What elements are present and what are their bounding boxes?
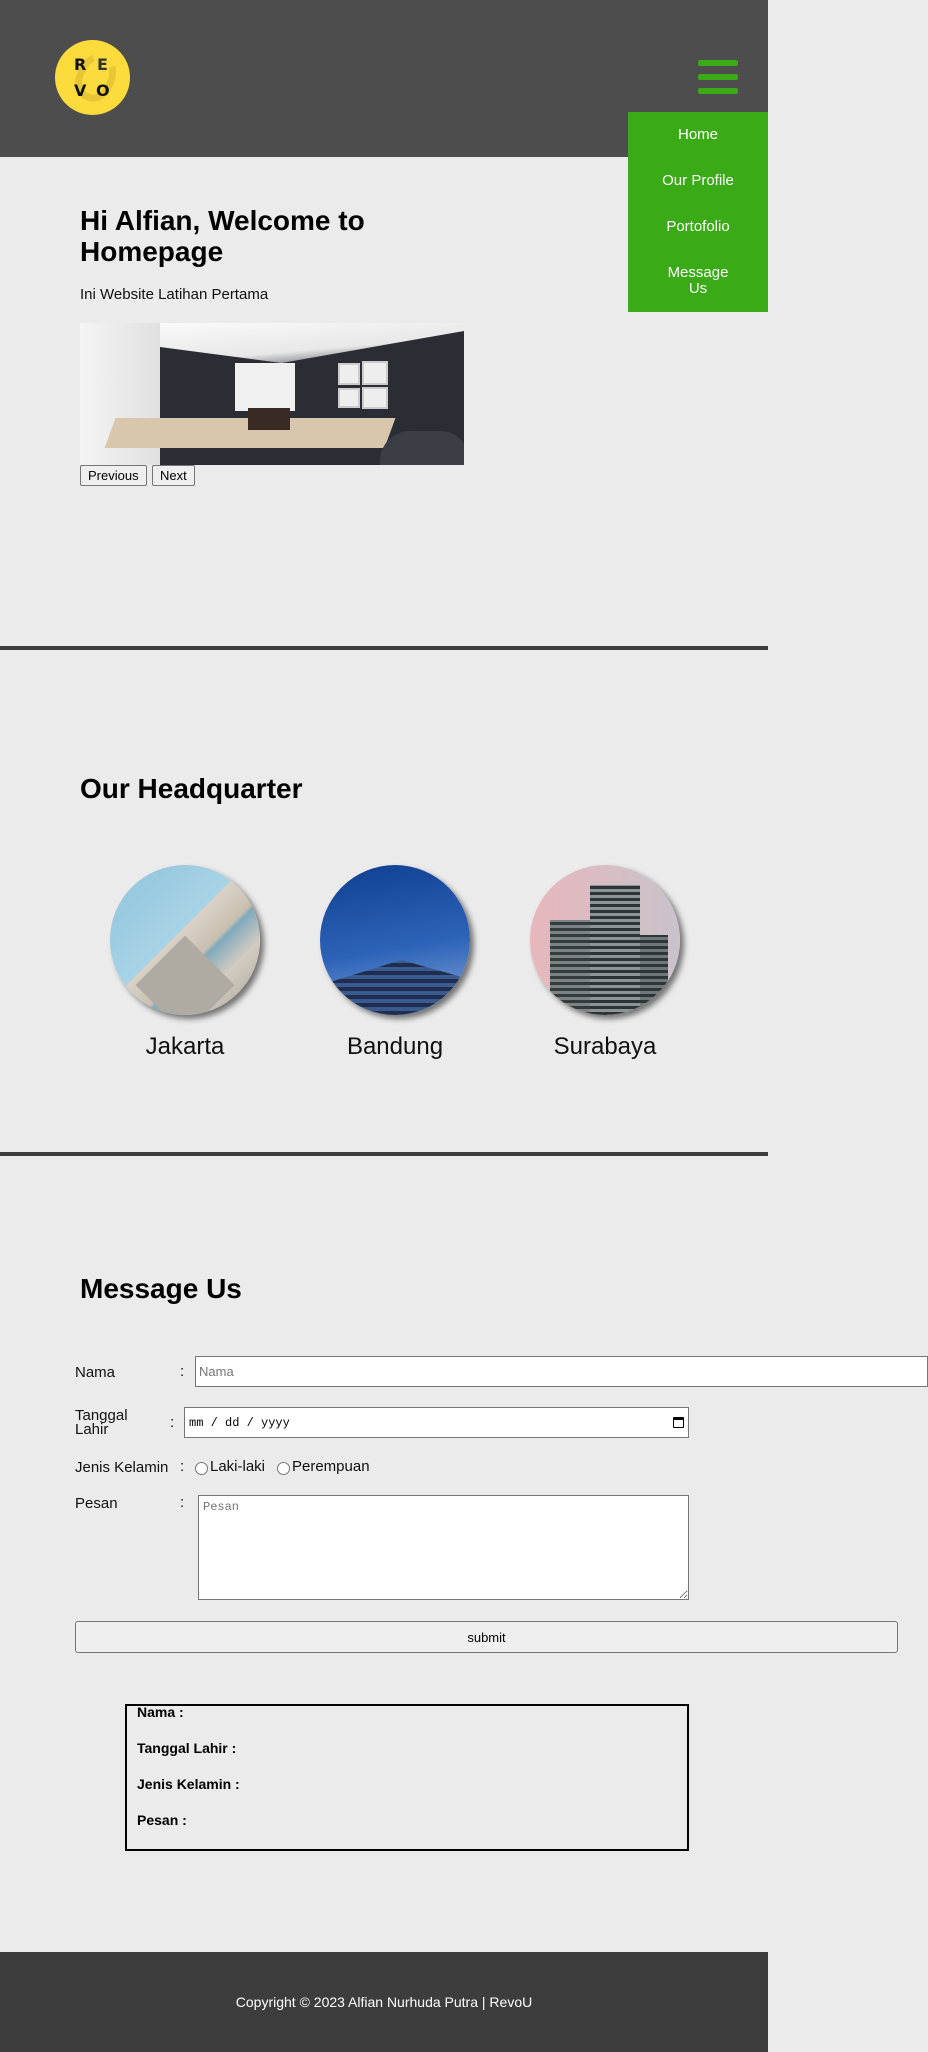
logo-letter: E [97,55,108,74]
hamburger-bar [698,88,738,94]
hero-title: Hi Alfian, Welcome to Homepage [80,205,365,267]
date-placeholder: mm / dd / yyyy [189,1415,290,1430]
radio-perempuan[interactable] [277,1462,290,1475]
colon: : [180,1494,185,1511]
logo-letter: O [96,81,110,100]
image-detail [135,935,235,1015]
headquarter-title: Our Headquarter [80,773,303,804]
pesan-textarea[interactable] [198,1495,689,1600]
hq-card-bandung: Bandung [320,865,470,1061]
image-detail [362,361,388,385]
revou-logo[interactable]: R E V O [55,40,130,115]
submit-button[interactable]: submit [75,1621,898,1653]
hq-city-label: Surabaya [553,1033,657,1060]
nav-item-home[interactable]: Home [628,112,768,158]
hamburger-bar [698,74,738,80]
nav-item-portofolio[interactable]: Portofolio [628,204,768,250]
colon: : [180,1458,185,1475]
nav-item-message-us[interactable]: Message Us [628,250,768,312]
result-jenis-kelamin: Jenis Kelamin : [137,1776,240,1792]
image-detail [338,363,360,385]
hq-city-label: Jakarta [145,1033,225,1060]
result-tanggal-lahir: Tanggal Lahir : [137,1740,237,1756]
result-nama: Nama : [137,1704,184,1720]
image-detail [362,387,388,409]
nama-input[interactable] [195,1356,928,1387]
hq-card-surabaya: Surabaya [530,865,680,1061]
colon: : [180,1363,185,1380]
hamburger-icon[interactable] [698,60,738,95]
radio-laki-laki[interactable] [195,1462,208,1475]
hq-image-surabaya [530,865,680,1015]
result-box: Nama : Tanggal Lahir : Jenis Kelamin : P… [125,1704,689,1851]
image-detail [640,935,668,1015]
copyright-text: Copyright © 2023 Alfian Nurhuda Putra | … [235,1994,533,2010]
hero-subtitle: Ini Website Latihan Pertama [80,286,269,303]
nav-menu: Home Our Profile Portofolio Message Us [628,112,768,312]
image-detail [330,960,460,1015]
tanggal-lahir-input[interactable]: mm / dd / yyyy [184,1407,689,1438]
jenis-kelamin-label: Jenis Kelamin [75,1459,169,1476]
image-detail [380,431,464,465]
slider-image [80,323,464,465]
hq-image-jakarta [110,865,260,1015]
image-detail [550,920,595,1015]
image-detail [160,323,464,363]
colon: : [170,1414,175,1431]
radio-label-perempuan[interactable]: Perempuan [292,1458,370,1475]
logo-letter: R [74,55,87,74]
nav-item-our-profile[interactable]: Our Profile [628,158,768,204]
hamburger-bar [698,60,738,66]
image-detail [235,363,295,411]
pesan-label: Pesan [75,1495,118,1512]
image-detail [338,388,360,408]
calendar-icon[interactable] [673,1417,684,1428]
hq-city-label: Bandung [346,1033,444,1060]
page: R E V O Home Our Profile Portofolio Mess… [0,0,928,2052]
tanggal-lahir-label: Tanggal Lahir [75,1407,128,1438]
previous-button[interactable]: Previous [80,465,147,486]
next-button[interactable]: Next [152,465,195,486]
site-footer: Copyright © 2023 Alfian Nurhuda Putra | … [0,1952,768,2052]
result-pesan: Pesan : [137,1812,187,1828]
image-detail [248,408,290,430]
section-divider [0,646,768,650]
section-divider [0,1152,768,1156]
logo-letter: V [74,81,87,100]
message-us-title: Message Us [80,1273,242,1304]
image-detail [590,885,640,1015]
nama-label: Nama [75,1364,116,1381]
hq-image-bandung [320,865,470,1015]
hq-card-jakarta: Jakarta [110,865,260,1061]
radio-label-laki-laki[interactable]: Laki-laki [210,1458,265,1475]
